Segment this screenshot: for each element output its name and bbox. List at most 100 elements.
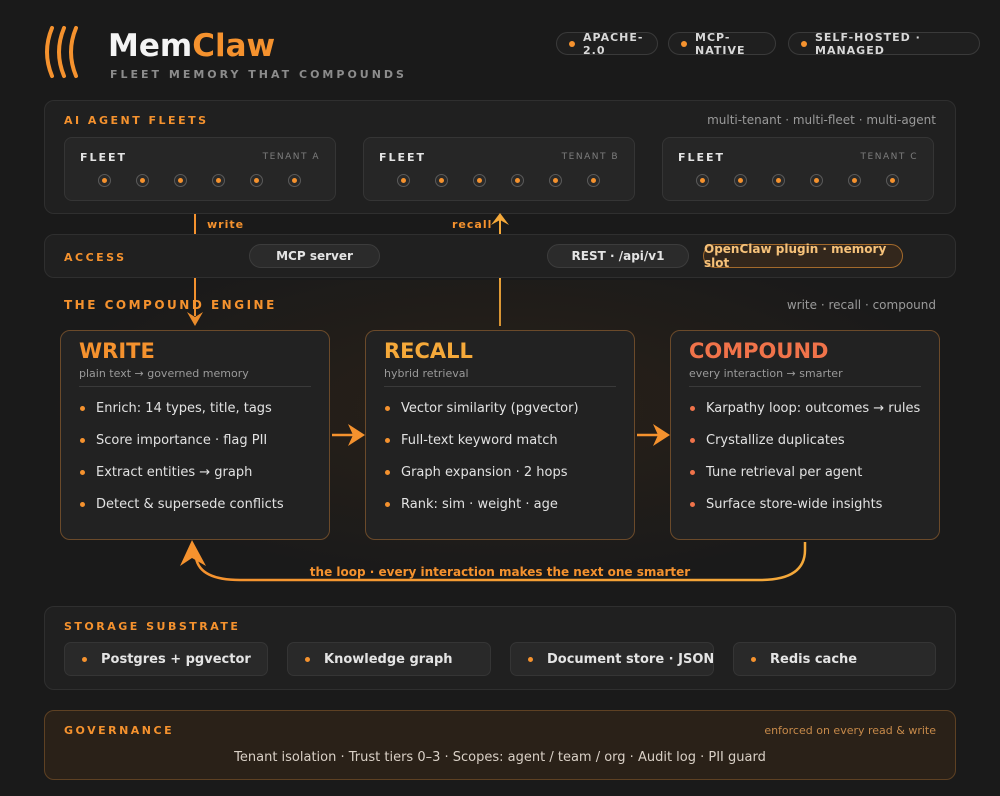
- card-divider: [79, 386, 311, 387]
- agent-node-icon: [250, 174, 263, 187]
- storage-title: STORAGE SUBSTRATE: [64, 620, 241, 633]
- list-item: Graph expansion · 2 hops: [384, 465, 579, 497]
- logo-waves-icon: [45, 26, 78, 78]
- card-list: Vector similarity (pgvector) Full-text k…: [384, 401, 579, 529]
- fleets-meta: multi-tenant · multi-fleet · multi-agent: [707, 113, 936, 127]
- recall-flow-label: recall: [452, 218, 493, 231]
- card-list: Karpathy loop: outcomes → rules Crystall…: [689, 401, 920, 529]
- governance-section: [44, 710, 956, 780]
- brand-title: MemClaw: [108, 28, 275, 64]
- agent-node-icon: [810, 174, 823, 187]
- list-item: Full-text keyword match: [384, 433, 579, 465]
- list-item: Score importance · flag PII: [79, 433, 284, 465]
- badge-label: SELF-HOSTED · MANAGED: [815, 30, 921, 57]
- arrow-right-icon: [332, 424, 365, 446]
- agent-node-icon: [136, 174, 149, 187]
- list-item: Vector similarity (pgvector): [384, 401, 579, 433]
- badge-dot: [569, 41, 575, 47]
- tenant-label: TENANT C: [860, 152, 918, 162]
- card-list: Enrich: 14 types, title, tags Score impo…: [79, 401, 284, 529]
- storage-label: Postgres + pgvector: [101, 651, 251, 667]
- card-title: RECALL: [384, 339, 473, 363]
- tenant-label: TENANT A: [262, 152, 320, 162]
- storage-label: Knowledge graph: [324, 651, 453, 667]
- badge-mcp: MCP-NATIVE: [668, 30, 776, 57]
- card-subtitle: every interaction → smarter: [689, 367, 843, 380]
- card-subtitle: hybrid retrieval: [384, 367, 469, 380]
- agent-node-icon: [848, 174, 861, 187]
- agent-node-icon: [397, 174, 410, 187]
- arrow-up-icon: [491, 213, 509, 235]
- card-title: WRITE: [79, 339, 155, 363]
- badge-dot: [681, 41, 687, 47]
- agent-node-icon: [473, 174, 486, 187]
- write-connector-top: [194, 214, 196, 234]
- badge-dot: [801, 41, 807, 47]
- storage-label: Document store · JSONB: [547, 651, 714, 667]
- fleet-card-a: FLEET TENANT A: [64, 137, 336, 201]
- write-flow-label: write: [207, 218, 245, 231]
- memclaw-architecture: MemClaw FLEET MEMORY THAT COMPOUNDS APAC…: [0, 0, 1000, 796]
- brand-part-claw: Claw: [192, 28, 276, 64]
- storage-redis: Redis cache: [733, 642, 936, 676]
- engine-meta: write · recall · compound: [786, 298, 936, 312]
- brand-part-mem: Mem: [108, 28, 193, 64]
- badge-label: APACHE-2.0: [583, 30, 644, 57]
- card-subtitle: plain text → governed memory: [79, 367, 249, 380]
- storage-postgres: Postgres + pgvector: [64, 642, 268, 676]
- access-title: ACCESS: [64, 251, 127, 264]
- list-item: Crystallize duplicates: [689, 433, 920, 465]
- list-item: Extract entities → graph: [79, 465, 284, 497]
- compound-card: COMPOUND every interaction → smarter Kar…: [670, 330, 940, 540]
- list-item: Surface store-wide insights: [689, 497, 920, 529]
- recall-card: RECALL hybrid retrieval Vector similarit…: [365, 330, 635, 540]
- agent-node-icon: [549, 174, 562, 187]
- list-item: Karpathy loop: outcomes → rules: [689, 401, 920, 433]
- access-rest-api[interactable]: REST · /api/v1: [547, 244, 689, 268]
- storage-dot: [82, 657, 87, 662]
- agent-node-icon: [174, 174, 187, 187]
- agent-node-icon: [212, 174, 225, 187]
- agent-node-icon: [587, 174, 600, 187]
- access-mcp-server[interactable]: MCP server: [249, 244, 380, 268]
- fleets-title: AI AGENT FLEETS: [64, 114, 209, 127]
- list-item: Rank: sim · weight · age: [384, 497, 579, 529]
- fleet-label: FLEET: [80, 151, 128, 164]
- badge-license: APACHE-2.0: [556, 30, 658, 57]
- card-divider: [689, 386, 921, 387]
- loop-arrow-icon: [180, 540, 807, 582]
- card-divider: [384, 386, 616, 387]
- agent-node-icon: [734, 174, 747, 187]
- list-item: Tune retrieval per agent: [689, 465, 920, 497]
- agent-node-icon: [98, 174, 111, 187]
- loop-label: the loop · every interaction makes the n…: [309, 565, 691, 579]
- engine-title: THE COMPOUND ENGINE: [64, 298, 277, 312]
- agent-node-icon: [511, 174, 524, 187]
- storage-dot: [305, 657, 310, 662]
- storage-knowledge-graph: Knowledge graph: [287, 642, 491, 676]
- badge-hosting: SELF-HOSTED · MANAGED: [788, 30, 980, 57]
- fleet-card-b: FLEET TENANT B: [363, 137, 635, 201]
- agent-node-icon: [288, 174, 301, 187]
- fleet-label: FLEET: [379, 151, 427, 164]
- governance-meta: enforced on every read & write: [764, 724, 936, 737]
- write-card: WRITE plain text → governed memory Enric…: [60, 330, 330, 540]
- agent-node-icon: [886, 174, 899, 187]
- list-item: Enrich: 14 types, title, tags: [79, 401, 284, 433]
- access-openclaw-plugin[interactable]: OpenClaw plugin · memory slot: [703, 242, 903, 270]
- agent-node-icon: [435, 174, 448, 187]
- storage-dot: [751, 657, 756, 662]
- agent-node-icon: [772, 174, 785, 187]
- fleet-label: FLEET: [678, 151, 726, 164]
- agent-node-icon: [696, 174, 709, 187]
- tagline: FLEET MEMORY THAT COMPOUNDS: [110, 68, 407, 81]
- governance-title: GOVERNANCE: [64, 724, 175, 737]
- storage-document-store: Document store · JSONB: [510, 642, 714, 676]
- governance-body: Tenant isolation · Trust tiers 0–3 · Sco…: [234, 750, 766, 765]
- card-title: COMPOUND: [689, 339, 829, 363]
- storage-dot: [528, 657, 533, 662]
- badge-label: MCP-NATIVE: [695, 30, 746, 57]
- list-item: Detect & supersede conflicts: [79, 497, 284, 529]
- arrow-right-icon: [637, 424, 670, 446]
- storage-label: Redis cache: [770, 651, 858, 667]
